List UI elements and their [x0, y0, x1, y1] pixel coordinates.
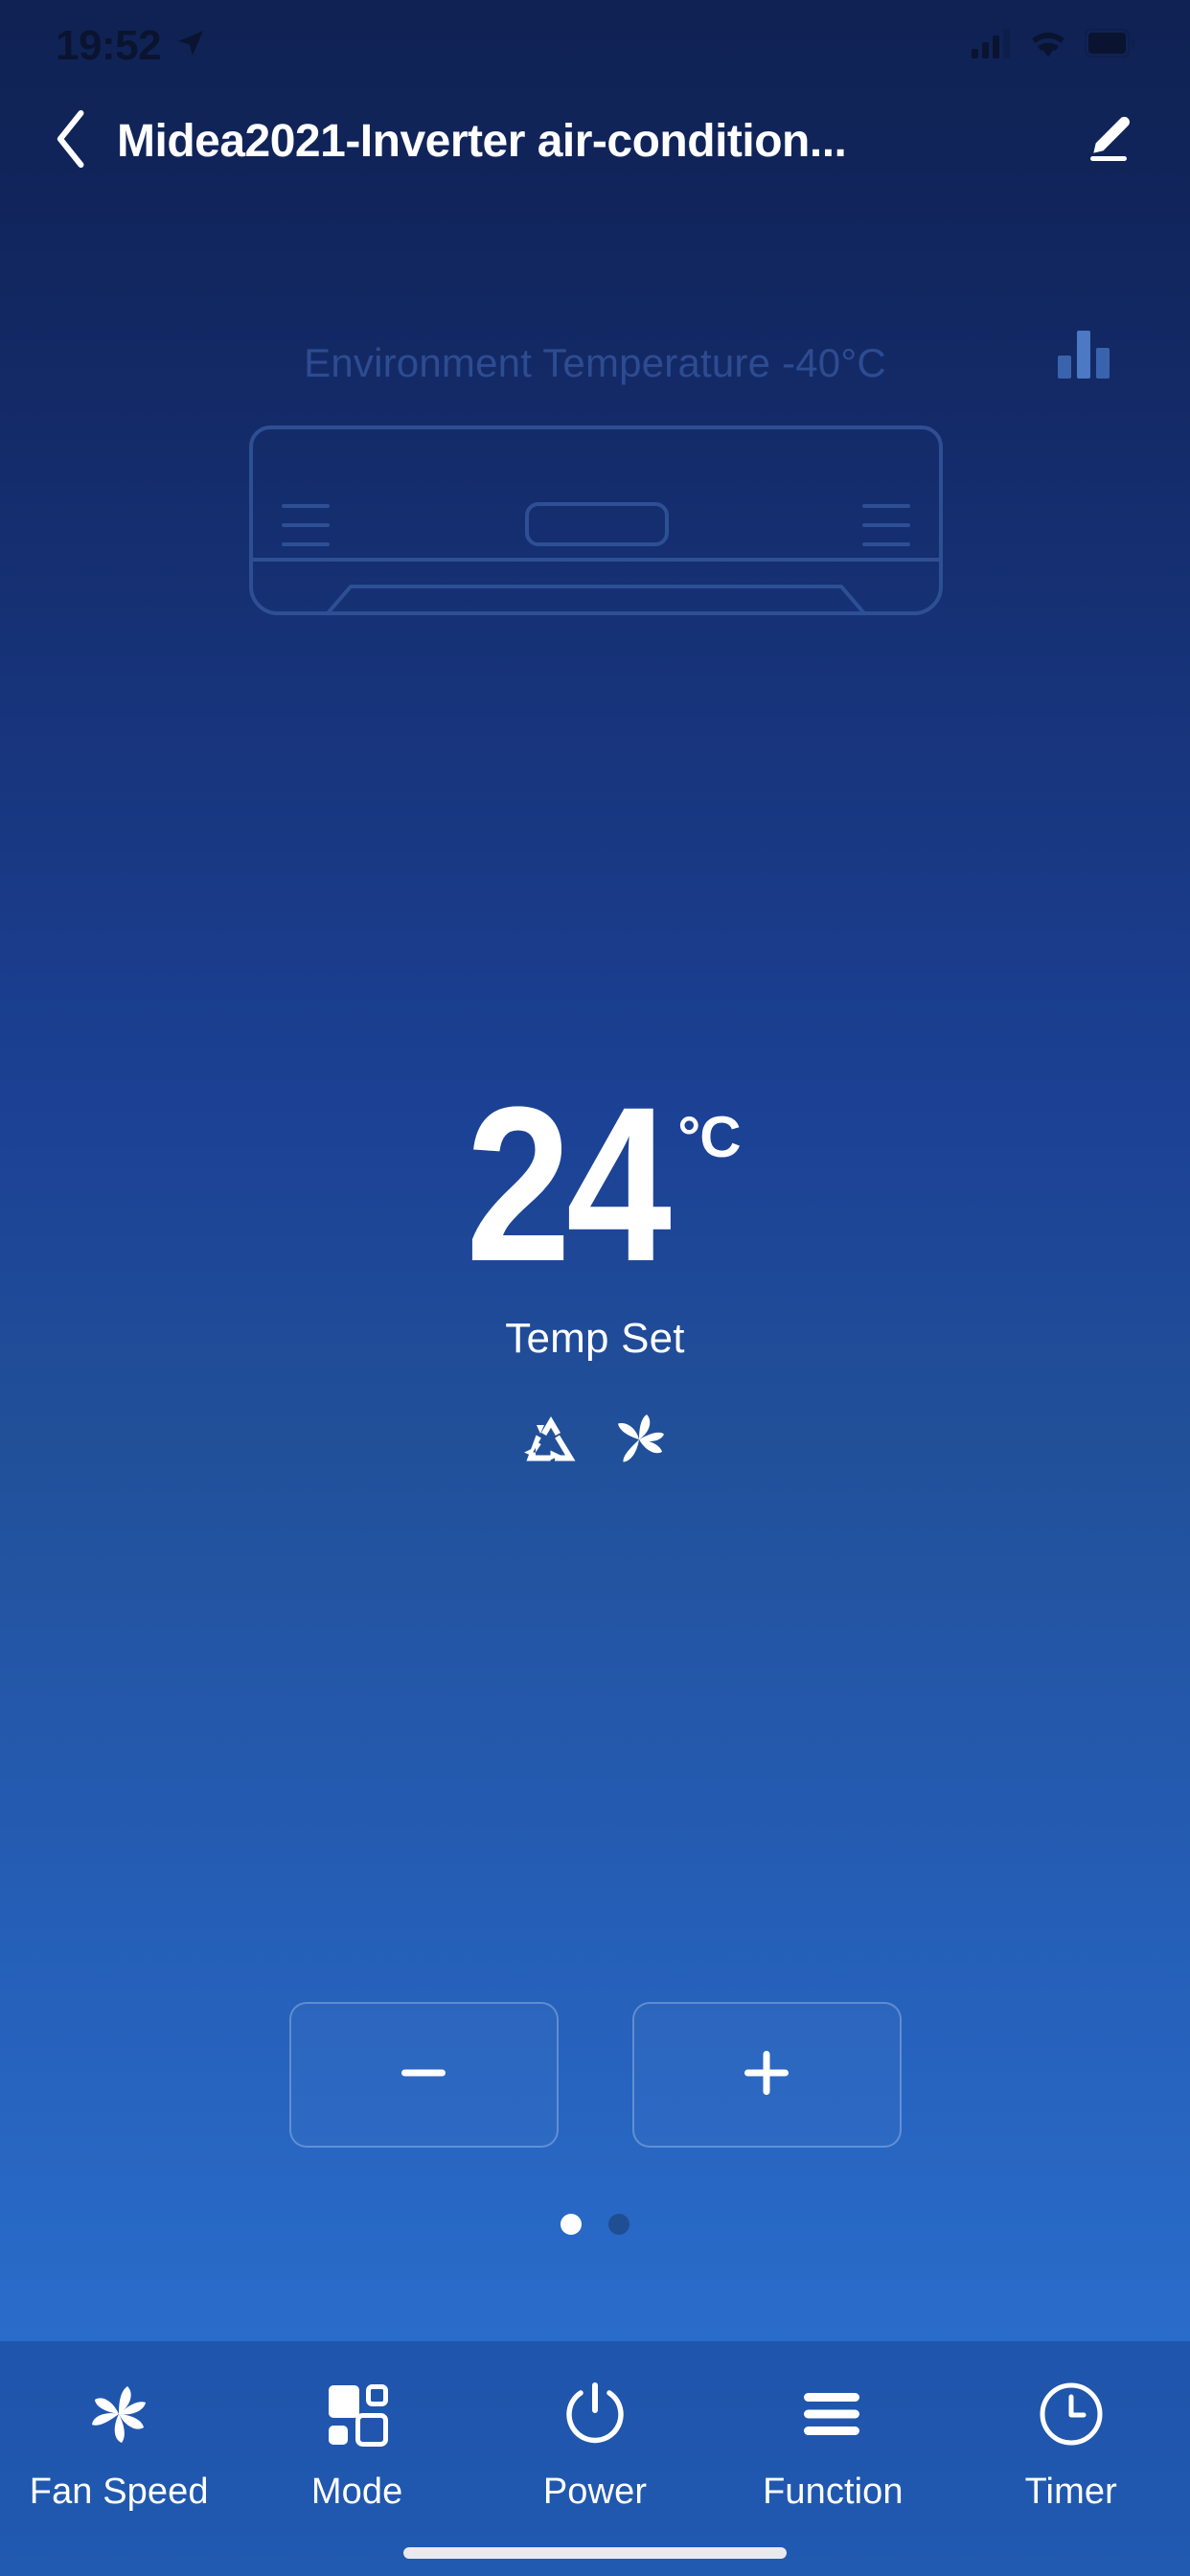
temperature-controls: [0, 2002, 1190, 2148]
eco-recycle-icon: [520, 1409, 582, 1475]
fan-blades-icon: [608, 1409, 670, 1475]
temperature-value: 24: [466, 1061, 672, 1307]
battery-icon: [1084, 28, 1134, 62]
minus-icon: [390, 2039, 457, 2111]
bottom-navigation: Fan Speed Mode Power Function Timer: [0, 2341, 1190, 2576]
mode-blocks-icon: [321, 2378, 394, 2450]
decrease-temperature-button[interactable]: [288, 2002, 559, 2148]
bar-chart-icon[interactable]: [1054, 323, 1113, 382]
edit-device-button[interactable]: [1075, 108, 1142, 175]
environment-temperature-label: Environment Temperature -40°C: [304, 340, 886, 385]
cellular-signal-icon: [972, 28, 1012, 63]
temperature-display: 24 °C Temp Set: [0, 1061, 1190, 1475]
page-dot-1[interactable]: [561, 2214, 582, 2235]
nav-label-mode: Mode: [310, 2472, 403, 2512]
nav-label-fan-speed: Fan Speed: [29, 2472, 209, 2512]
increase-temperature-button[interactable]: [631, 2002, 902, 2148]
back-chevron-icon: [50, 109, 94, 173]
back-button[interactable]: [38, 108, 105, 175]
nav-label-timer: Timer: [1024, 2472, 1117, 2512]
air-conditioner-illustration: [238, 414, 954, 663]
status-bar-left: 19:52: [56, 22, 207, 70]
active-status-icons: [520, 1409, 670, 1475]
power-icon: [559, 2378, 631, 2450]
nav-item-timer[interactable]: Timer: [964, 2378, 1179, 2513]
fan-speed-icon: [82, 2378, 155, 2450]
nav-item-power[interactable]: Power: [488, 2378, 702, 2513]
plus-icon: [733, 2039, 800, 2111]
location-arrow-icon: [174, 27, 207, 64]
nav-label-power: Power: [542, 2472, 648, 2512]
page-dot-2[interactable]: [608, 2214, 629, 2235]
status-bar: 19:52: [0, 0, 1190, 91]
home-indicator: [403, 2547, 787, 2559]
nav-item-mode[interactable]: Mode: [250, 2378, 465, 2513]
nav-label-function: Function: [763, 2472, 904, 2512]
nav-item-function[interactable]: Function: [725, 2378, 940, 2513]
status-bar-time: 19:52: [56, 21, 162, 69]
nav-item-fan-speed[interactable]: Fan Speed: [11, 2378, 226, 2513]
status-bar-right: [972, 28, 1134, 63]
page-title: Midea2021-Inverter air-condition...: [117, 116, 847, 167]
temperature-value-row: 24 °C: [449, 1061, 741, 1307]
wifi-icon: [1028, 28, 1068, 63]
temperature-unit: °C: [677, 1105, 741, 1169]
temperature-set-label: Temp Set: [505, 1314, 685, 1362]
app-header: Midea2021-Inverter air-condition...: [0, 91, 1190, 192]
timer-clock-icon: [1035, 2378, 1108, 2450]
page-indicator: [0, 2214, 1190, 2235]
environment-temperature-row: Environment Temperature -40°C: [0, 331, 1190, 386]
function-lines-icon: [796, 2378, 869, 2450]
pencil-edit-icon: [1080, 110, 1137, 172]
